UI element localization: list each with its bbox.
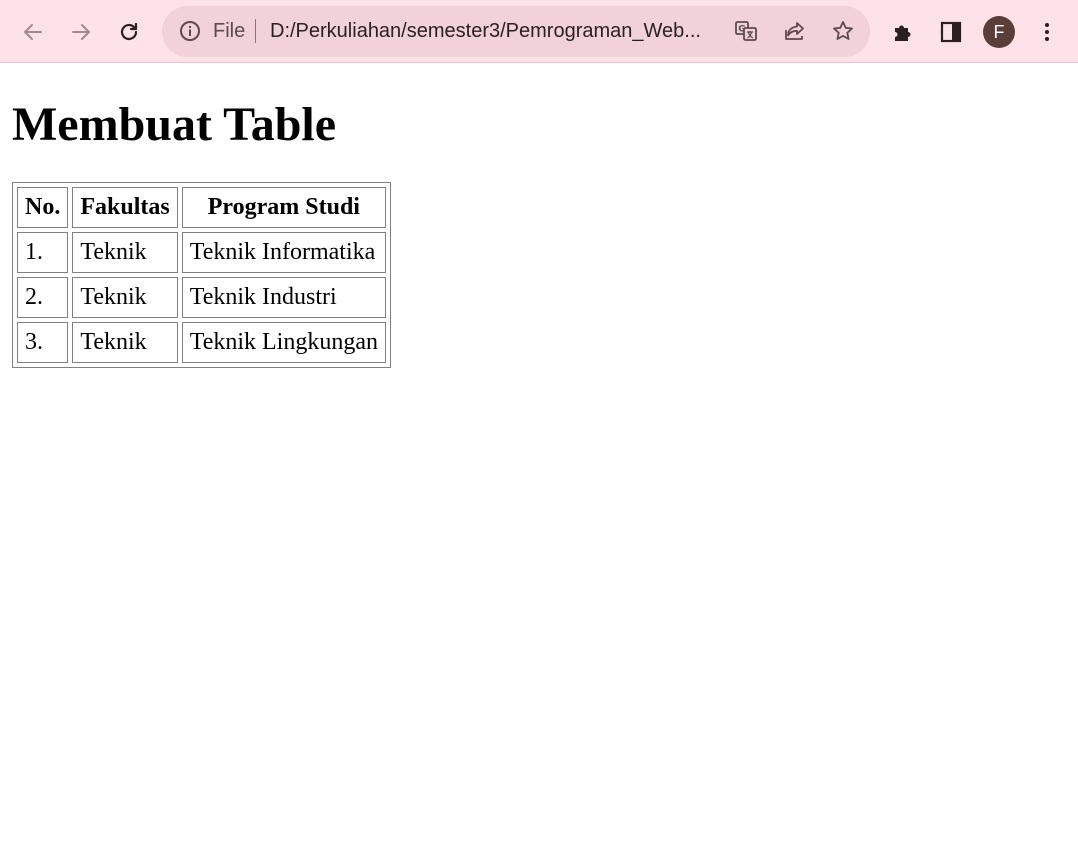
table-row: 2. Teknik Teknik Industri <box>17 277 386 318</box>
cell-fakultas: Teknik <box>72 277 178 318</box>
forward-arrow-icon <box>72 24 90 40</box>
page-heading: Membuat Table <box>12 98 337 151</box>
address-divider <box>255 19 256 43</box>
reload-icon <box>120 22 138 41</box>
cell-no: 3. <box>17 322 69 363</box>
back-button[interactable] <box>12 11 54 53</box>
page-content: Membuat Table No. Fakultas Program Studi… <box>0 63 1078 368</box>
back-arrow-icon <box>24 24 42 40</box>
extensions-button[interactable] <box>882 11 924 53</box>
star-icon[interactable] <box>831 19 855 43</box>
cell-no: 1. <box>17 232 69 273</box>
cell-program-studi: Teknik Informatika <box>181 232 386 273</box>
translate-icon[interactable]: G <box>734 19 758 43</box>
cell-no: 2. <box>17 277 69 318</box>
forward-button[interactable] <box>60 11 102 53</box>
kebab-menu-icon <box>1045 23 1049 41</box>
info-icon[interactable] <box>178 19 202 43</box>
address-bar[interactable]: File D:/Perkuliahan/semester3/Pemrograma… <box>162 6 870 57</box>
data-table: No. Fakultas Program Studi 1. Teknik Tek… <box>12 182 391 368</box>
header-fakultas: Fakultas <box>72 187 178 228</box>
cell-program-studi: Teknik Industri <box>181 277 386 318</box>
table-row: 1. Teknik Teknik Informatika <box>17 232 386 273</box>
profile-avatar[interactable]: F <box>983 16 1015 48</box>
table-row: 3. Teknik Teknik Lingkungan <box>17 322 386 363</box>
puzzle-icon <box>895 25 911 41</box>
cell-program-studi: Teknik Lingkungan <box>181 322 386 363</box>
side-panel-icon <box>940 21 962 43</box>
table-header-row: No. Fakultas Program Studi <box>17 187 386 228</box>
scheme-label: File <box>213 20 246 42</box>
url-text[interactable]: D:/Perkuliahan/semester3/Pemrograman_Web… <box>270 19 715 43</box>
cell-fakultas: Teknik <box>72 322 178 363</box>
cell-fakultas: Teknik <box>72 232 178 273</box>
header-program-studi: Program Studi <box>181 187 386 228</box>
header-no: No. <box>17 187 69 228</box>
share-icon[interactable] <box>783 19 807 43</box>
menu-button[interactable] <box>1026 11 1068 53</box>
browser-toolbar: File D:/Perkuliahan/semester3/Pemrograma… <box>0 0 1078 63</box>
reload-button[interactable] <box>108 11 150 53</box>
side-panel-button[interactable] <box>930 11 972 53</box>
